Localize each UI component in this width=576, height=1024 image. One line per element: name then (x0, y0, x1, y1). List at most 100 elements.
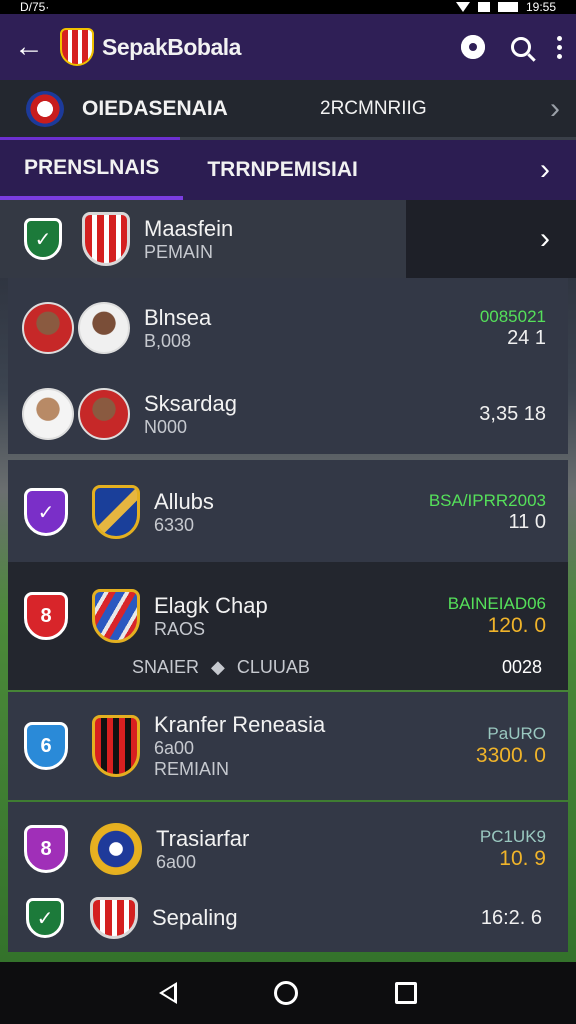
app-bar: ← SepakBobala (0, 14, 576, 80)
featured-row[interactable]: ✓ Maasfein PEMAIN › (0, 200, 576, 278)
rank-badge-icon: 8 (24, 825, 68, 873)
row-stats: BAINEIAD06 120. 0 (448, 594, 546, 638)
list-item[interactable]: Blnsea B,008 0085021 24 1 (8, 298, 568, 358)
tab-first[interactable]: PRENSLNAIS (0, 140, 184, 200)
row-stat-top: BSA/IPRR2003 (428, 490, 546, 510)
row-stat-top: PaURO (487, 724, 546, 743)
search-icon[interactable] (511, 37, 531, 57)
player-avatar (22, 388, 74, 440)
club-card[interactable]: ✓ Allubs 6330 BSA/IPRR2003 11 0 (8, 460, 568, 562)
club-card[interactable]: 6 Kranfer Reneasia 6a00 REMIAIN PaURO 33… (8, 692, 568, 800)
featured-shade (406, 200, 576, 278)
status-time: 19:55 (525, 0, 556, 14)
battery-icon (497, 2, 518, 12)
list-item[interactable]: ✓ Allubs 6330 BSA/IPRR2003 11 0 (8, 482, 568, 542)
club-sub: 6330 (154, 514, 195, 535)
chevron-right-icon[interactable]: › (540, 222, 550, 256)
check-shield-icon: ✓ (24, 218, 62, 260)
player-avatar (78, 302, 130, 354)
footer-left: SNAIER (132, 656, 200, 677)
chevron-right-icon[interactable]: › (550, 92, 560, 126)
player-avatar (22, 302, 74, 354)
tab-bar: PRENSLNAIS TRRNPEMISIAI › (0, 140, 576, 200)
row-stats: 0085021 24 1 (480, 307, 546, 350)
row-stat-main: 24 1 (507, 326, 546, 349)
nav-home-icon[interactable] (273, 981, 298, 1005)
list-item[interactable]: ✓ Sepaling 16:2. 6 (8, 894, 568, 942)
row-stat-top: 0085021 (479, 306, 546, 326)
chevron-right-icon[interactable]: › (540, 153, 550, 187)
check-shield-icon: ✓ (26, 898, 64, 938)
diamond-icon: ◆ (211, 656, 225, 677)
rank-badge-icon: 8 (24, 592, 68, 640)
club-footer: SNAIER ◆ CLUUAB 0028 (8, 654, 568, 680)
featured-name: Maasfein (144, 215, 234, 241)
club-crest (92, 485, 140, 539)
player-avatar (78, 388, 130, 440)
row-text: Sksardag N000 (144, 391, 237, 438)
club-crest (92, 589, 140, 643)
list-item[interactable]: Sksardag N000 3,35 18 (8, 384, 568, 444)
league-selector[interactable]: OIEDASENAIA 2RCMNRIIG › (0, 80, 576, 140)
club-card[interactable]: 8 Elagk Chap RAOS BAINEIAD06 120. 0 SNAI… (8, 562, 568, 690)
league-label-left[interactable]: OIEDASENAIA (82, 97, 320, 121)
app-title: SepakBobala (102, 33, 241, 60)
club-name: Elagk Chap (154, 592, 268, 618)
row-stat-main: 120. 0 (487, 614, 546, 637)
nav-recents-icon[interactable] (395, 982, 418, 1004)
row-text: Kranfer Reneasia 6a00 REMIAIN (154, 712, 325, 780)
row-stat-main: 3300. 0 (475, 744, 546, 767)
signal-icon (477, 2, 490, 12)
gear-icon[interactable] (461, 35, 485, 59)
app-actions (461, 35, 562, 59)
row-stat-main: 3,35 18 (479, 402, 546, 425)
club-crest (90, 823, 142, 875)
arrow-left-icon[interactable]: ← (14, 30, 60, 64)
nav-back-icon[interactable] (158, 982, 177, 1004)
footer-right: 0028 (501, 656, 542, 677)
club-name: Kranfer Reneasia (154, 712, 326, 737)
club-sub2: REMIAIN (154, 759, 230, 779)
rank-badge-icon: 6 (24, 722, 68, 770)
club-sub: 6a00 (156, 851, 197, 872)
league-label-right[interactable]: 2RCMNRIIG (320, 98, 550, 120)
club-sub: RAOS (154, 618, 206, 639)
row-stat-main: 10. 9 (499, 847, 546, 870)
rank-badge-icon: ✓ (24, 488, 68, 536)
club-sub: 6a00 (154, 738, 195, 758)
row-stat-top: PC1UK9 (479, 827, 546, 846)
list-item[interactable]: 6 Kranfer Reneasia 6a00 REMIAIN PaURO 33… (8, 706, 568, 786)
status-left: D/75· (20, 0, 50, 14)
row-stats: BSA/IPRR2003 11 0 (429, 491, 546, 534)
tab-second[interactable]: TRRNPEMISIAI (183, 140, 382, 200)
row-stat-main: 11 0 (508, 510, 546, 533)
row-stats: PaURO 3300. 0 (476, 724, 546, 768)
club-name: Trasiarfar (156, 825, 250, 851)
row-sub: B,008 (144, 330, 192, 351)
list-item[interactable]: 8 Trasiarfar 6a00 PC1UK9 10. 9 (8, 816, 568, 882)
club-crest (90, 897, 138, 939)
club-crest (92, 715, 140, 777)
list-item[interactable]: 8 Elagk Chap RAOS BAINEIAD06 120. 0 (8, 586, 568, 646)
row-text: Allubs 6330 (154, 489, 214, 536)
row-stat-top: BAINEIAD06 (447, 594, 546, 613)
row-text: Elagk Chap RAOS (154, 593, 268, 640)
club-card[interactable]: 8 Trasiarfar 6a00 PC1UK9 10. 9 ✓ Sepalin… (8, 802, 568, 952)
club-name: Sepaling (152, 905, 238, 930)
players-card: Blnsea B,008 0085021 24 1 Sksardag N000 … (8, 278, 568, 454)
wifi-icon (455, 2, 470, 12)
footer-mid: CLUUAB (236, 656, 310, 677)
club-name: Allubs (154, 488, 214, 514)
row-stat-main: 16:2. 6 (480, 906, 542, 929)
status-icons: 19:55 (455, 0, 556, 14)
app-logo (60, 28, 94, 66)
row-stats: PC1UK9 10. 9 (480, 827, 546, 871)
more-vert-icon[interactable] (557, 35, 562, 59)
row-name: Blnsea (144, 304, 212, 330)
status-bar: D/75· 19:55 (0, 0, 576, 14)
system-nav-bar (0, 962, 576, 1024)
club-crest (82, 212, 130, 266)
league-logo (26, 90, 64, 127)
row-text: Trasiarfar 6a00 (156, 826, 249, 873)
row-sub: N000 (144, 416, 188, 437)
